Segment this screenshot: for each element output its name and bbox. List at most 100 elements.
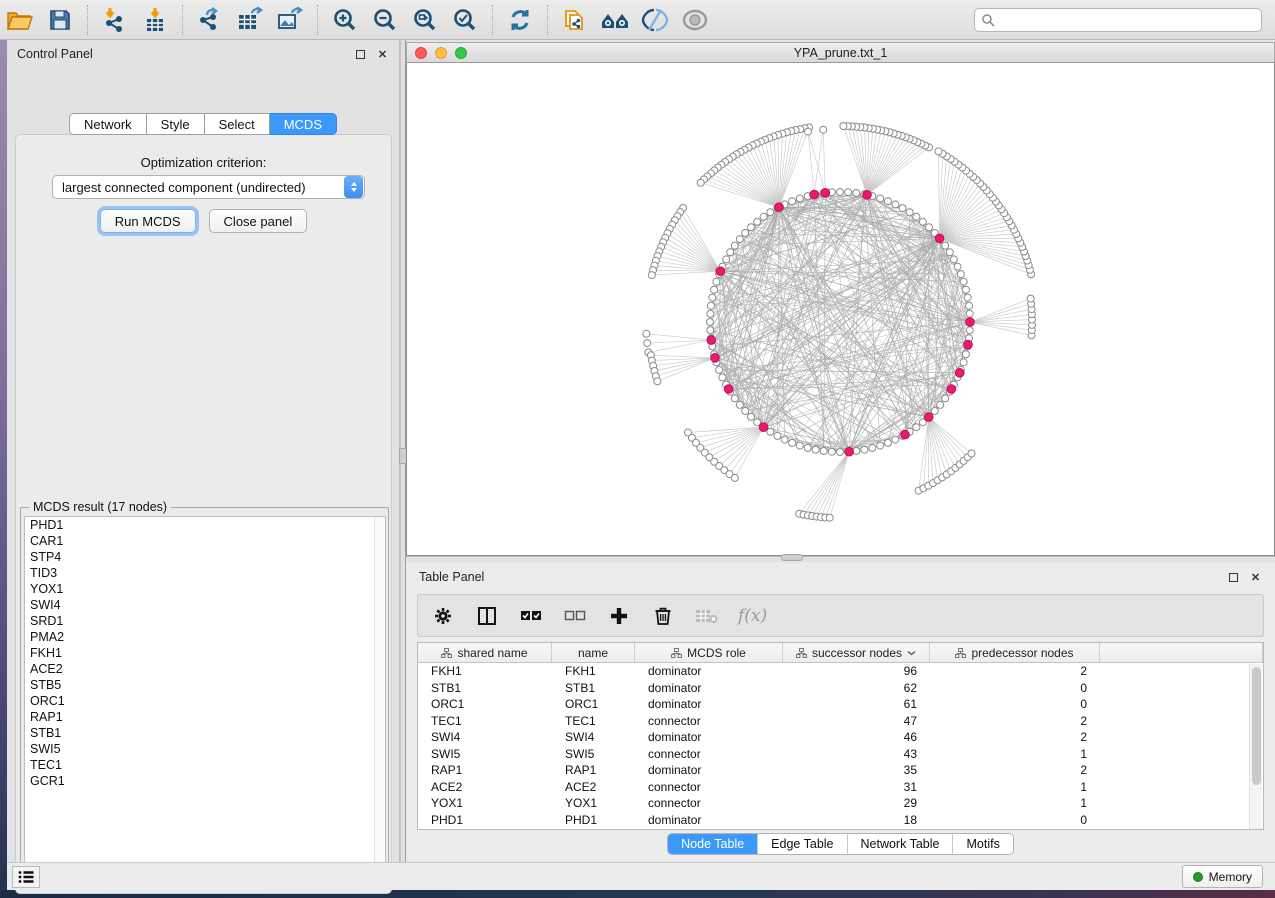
column-header-MCDS-role[interactable]: MCDS role: [635, 643, 783, 662]
network-node[interactable]: [812, 446, 819, 453]
network-node[interactable]: [742, 230, 749, 237]
tab-mcds[interactable]: MCDS: [270, 113, 337, 135]
mcds-node[interactable]: [955, 369, 964, 378]
mcds-result-item[interactable]: SWI5: [25, 741, 385, 757]
network-node[interactable]: [731, 395, 738, 402]
table-scrollbar-thumb[interactable]: [1252, 667, 1261, 785]
network-node[interactable]: [935, 148, 942, 155]
column-header-name[interactable]: name: [552, 643, 635, 662]
network-node[interactable]: [707, 310, 714, 317]
network-node[interactable]: [926, 224, 933, 231]
network-node[interactable]: [820, 126, 827, 133]
tab-motifs[interactable]: Motifs: [952, 834, 1012, 854]
network-node[interactable]: [892, 201, 899, 208]
save-icon[interactable]: [43, 4, 77, 36]
mcds-node[interactable]: [821, 189, 830, 198]
horizontal-splitter[interactable]: [406, 556, 1275, 563]
table-row[interactable]: TEC1TEC1connector472: [418, 713, 1263, 730]
mcds-node[interactable]: [901, 430, 910, 439]
search-input[interactable]: [996, 10, 1261, 30]
network-node[interactable]: [748, 224, 755, 231]
network-node[interactable]: [913, 424, 920, 431]
table-settings-gear-icon[interactable]: [430, 603, 456, 629]
open-folder-icon[interactable]: [3, 4, 37, 36]
network-node[interactable]: [954, 263, 961, 270]
network-node[interactable]: [796, 442, 803, 449]
network-node[interactable]: [966, 302, 973, 309]
mcds-node[interactable]: [924, 413, 933, 422]
deselect-all-icon[interactable]: [562, 603, 588, 629]
add-column-icon[interactable]: [606, 603, 632, 629]
mcds-node[interactable]: [935, 234, 944, 243]
tab-network-table[interactable]: Network Table: [847, 834, 953, 854]
mcds-node[interactable]: [711, 354, 720, 363]
show-graphics-icon[interactable]: [678, 4, 712, 36]
table-row[interactable]: ORC1ORC1dominator610: [418, 696, 1263, 713]
network-node[interactable]: [913, 213, 920, 220]
close-panel-button[interactable]: Close panel: [209, 209, 308, 233]
network-node[interactable]: [644, 340, 651, 347]
export-image-icon[interactable]: [273, 4, 307, 36]
table-row[interactable]: PHD1PHD1dominator180: [418, 812, 1263, 829]
network-node[interactable]: [946, 249, 953, 256]
column-header-shared-name[interactable]: shared name: [418, 643, 552, 662]
show-columns-icon[interactable]: [474, 603, 500, 629]
mcds-result-item[interactable]: GCR1: [25, 773, 385, 789]
network-node[interactable]: [942, 395, 949, 402]
refresh-icon[interactable]: [503, 4, 537, 36]
tab-network[interactable]: Network: [69, 113, 147, 135]
mcds-result-item[interactable]: ORC1: [25, 693, 385, 709]
network-node[interactable]: [736, 236, 743, 243]
network-node[interactable]: [654, 378, 661, 385]
network-node[interactable]: [853, 448, 860, 455]
mcds-result-item[interactable]: STB5: [25, 677, 385, 693]
mcds-result-item[interactable]: YOX1: [25, 581, 385, 597]
network-node[interactable]: [931, 408, 938, 415]
mcds-list-scrollbar[interactable]: [374, 517, 385, 874]
network-titlebar[interactable]: YPA_prune.txt_1: [406, 42, 1275, 63]
memory-button[interactable]: Memory: [1182, 865, 1263, 888]
table-row[interactable]: SWI5SWI5connector431: [418, 746, 1263, 763]
network-canvas[interactable]: [406, 63, 1275, 556]
network-node[interactable]: [957, 271, 964, 278]
import-network-icon[interactable]: [98, 4, 132, 36]
table-row[interactable]: STB1STB1dominator620: [418, 680, 1263, 697]
network-node[interactable]: [707, 327, 714, 334]
network-node[interactable]: [828, 448, 835, 455]
table-scrollbar[interactable]: [1249, 664, 1262, 830]
network-node[interactable]: [892, 436, 899, 443]
network-node[interactable]: [837, 189, 844, 196]
network-node[interactable]: [919, 218, 926, 225]
network-node[interactable]: [708, 302, 715, 309]
network-node[interactable]: [942, 242, 949, 249]
float-panel-icon[interactable]: [354, 48, 367, 61]
mcds-result-item[interactable]: TEC1: [25, 757, 385, 773]
tab-edge-table[interactable]: Edge Table: [757, 834, 846, 854]
network-node[interactable]: [774, 432, 781, 439]
column-header-predecessor-nodes[interactable]: predecessor nodes: [930, 643, 1100, 662]
network-node[interactable]: [884, 198, 891, 205]
close-panel-icon[interactable]: ✕: [1249, 571, 1262, 584]
network-node[interactable]: [805, 128, 812, 135]
network-node[interactable]: [716, 366, 723, 373]
mcds-result-item[interactable]: FKH1: [25, 645, 385, 661]
mcds-node[interactable]: [775, 203, 784, 212]
network-node[interactable]: [837, 449, 844, 456]
clone-network-icon[interactable]: [558, 4, 592, 36]
tab-node-table[interactable]: Node Table: [668, 834, 757, 854]
network-node[interactable]: [826, 514, 833, 521]
mcds-result-item[interactable]: RAP1: [25, 709, 385, 725]
network-node[interactable]: [796, 195, 803, 202]
network-node[interactable]: [719, 374, 726, 381]
network-node[interactable]: [877, 442, 884, 449]
network-node[interactable]: [767, 209, 774, 216]
tab-select[interactable]: Select: [205, 113, 270, 135]
export-network-icon[interactable]: [193, 4, 227, 36]
run-mcds-button[interactable]: Run MCDS: [100, 209, 196, 233]
network-node[interactable]: [643, 330, 650, 337]
horizontal-splitter-handle[interactable]: [781, 554, 803, 561]
close-panel-icon[interactable]: ✕: [376, 48, 389, 61]
network-node[interactable]: [804, 444, 811, 451]
mcds-result-item[interactable]: SWI4: [25, 597, 385, 613]
network-node[interactable]: [789, 439, 796, 446]
